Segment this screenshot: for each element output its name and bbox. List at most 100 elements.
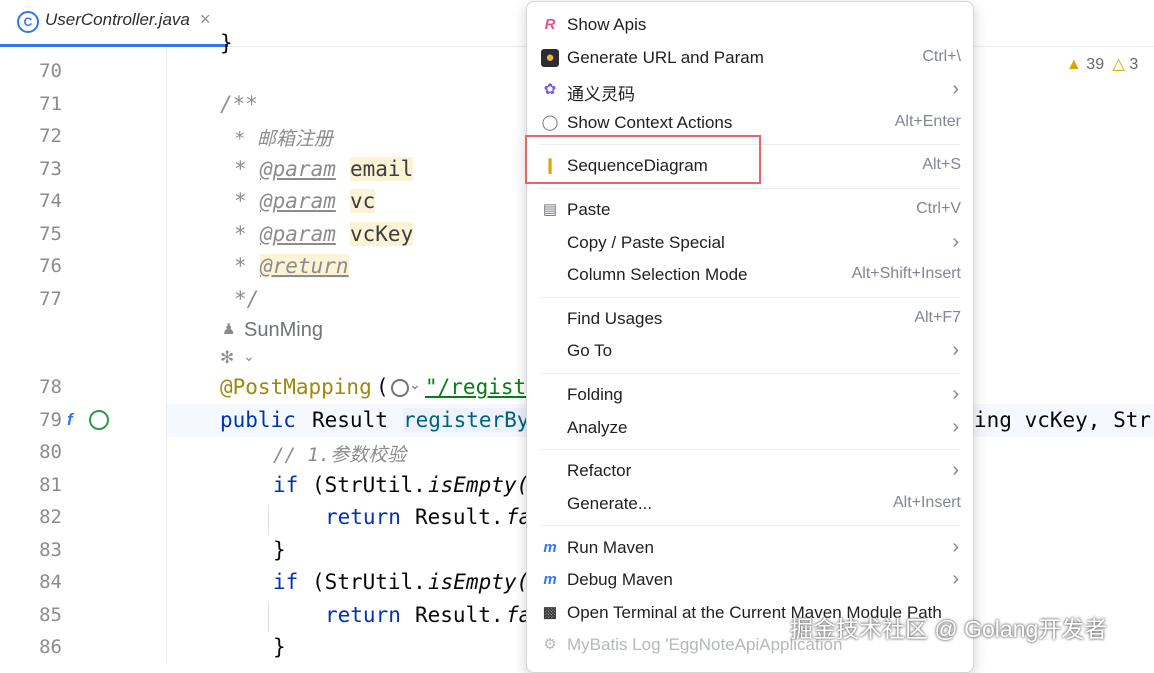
line-number: 80 [39, 441, 62, 463]
menu-item-shortcut: Alt+Insert [892, 494, 961, 511]
return-tag: @return [260, 254, 349, 278]
line-number: 74 [39, 190, 62, 212]
spring-bean-icon[interactable]: ✻ [220, 348, 234, 368]
menu-item-shortcut: Alt+F7 [914, 309, 961, 326]
menu-item-label: Analyze [567, 418, 628, 437]
paren: ( [376, 375, 389, 399]
tongyi-icon: ✿ [543, 81, 557, 98]
indent-guide [268, 505, 269, 535]
param-tag: @param [260, 189, 336, 213]
menu-item-folding[interactable]: Folding › [527, 380, 973, 410]
method-name: registerBy [403, 408, 530, 432]
lightbulb-icon: ◯ [541, 114, 559, 131]
mapping-path[interactable]: "/regist [425, 375, 526, 399]
post-mapping-annotation: @PostMapping [220, 375, 372, 399]
result-call: Result. [415, 603, 504, 627]
menu-item-label: Copy / Paste Special [567, 233, 725, 252]
line-number: 72 [39, 125, 62, 147]
menu-separator [540, 188, 960, 189]
menu-item-run-maven[interactable]: m Run Maven › [527, 533, 973, 563]
menu-item-copy-paste-special[interactable]: Copy / Paste Special › [527, 228, 973, 258]
menu-item-label: 通义灵码 [567, 85, 635, 104]
param-tag: @param [260, 157, 336, 181]
spring-web-icon[interactable]: f [67, 410, 73, 430]
menu-item-go-to[interactable]: Go To › [527, 336, 973, 366]
warning-count: 39 [1086, 56, 1105, 73]
is-empty-call: isEmpty( [428, 473, 530, 497]
code-brace: } [273, 538, 286, 562]
weak-warning-count: 3 [1129, 56, 1139, 73]
line-number: 73 [39, 158, 62, 180]
line-number: 76 [39, 255, 62, 277]
menu-item-label: Debug Maven [567, 570, 673, 589]
line-number: 77 [39, 288, 62, 310]
tab-user-controller[interactable]: C UserController.java × [0, 0, 228, 47]
editor-context-menu: R Show Apis ● Generate URL and Param Ctr… [526, 1, 974, 673]
menu-item-paste[interactable]: ▤ Paste Ctrl+V [527, 195, 973, 225]
globe-icon[interactable] [391, 379, 409, 397]
line-number: 79 [39, 409, 62, 431]
submenu-arrow-icon: › [952, 536, 959, 558]
indent-guide [268, 602, 269, 632]
annotation-highlight-box [525, 135, 761, 184]
submenu-arrow-icon: › [952, 416, 959, 438]
menu-item-show-apis[interactable]: R Show Apis [527, 10, 973, 40]
author-hint[interactable]: SunMing [244, 319, 323, 342]
endpoint-globe-icon[interactable] [89, 410, 109, 430]
menu-item-generate-url[interactable]: ● Generate URL and Param Ctrl+\ [527, 43, 973, 73]
submenu-arrow-icon: › [952, 459, 959, 481]
menu-separator [540, 297, 960, 298]
menu-item-analyze[interactable]: Analyze › [527, 413, 973, 443]
maven-debug-icon: m [543, 571, 557, 588]
menu-item-label: Paste [567, 200, 611, 219]
generate-url-icon: ● [541, 49, 559, 67]
inspection-widget[interactable]: ▲ 39 △ 3 [1066, 54, 1138, 74]
code-brace: } [220, 31, 233, 55]
close-icon[interactable]: × [200, 9, 211, 30]
javadoc-star: * [234, 157, 247, 181]
line-number: 83 [39, 539, 62, 561]
menu-item-label: Show Context Actions [567, 113, 733, 132]
menu-item-shortcut: Alt+Enter [894, 113, 961, 130]
menu-item-generate[interactable]: Generate... Alt+Insert [527, 489, 973, 519]
menu-item-label: Run Maven [567, 538, 654, 557]
java-class-icon: C [17, 11, 39, 33]
menu-item-label: Show Apis [567, 15, 647, 34]
menu-item-tongyi[interactable]: ✿ 通义灵码 › [527, 75, 973, 105]
mybatis-icon: ⚙ [543, 636, 557, 653]
terminal-icon: ▩ [542, 604, 558, 621]
menu-item-shortcut: Alt+Shift+Insert [851, 265, 961, 282]
menu-item-find-usages[interactable]: Find Usages Alt+F7 [527, 304, 973, 334]
submenu-arrow-icon: › [952, 231, 959, 253]
keyword-if: if [273, 570, 299, 594]
menu-item-context-actions[interactable]: ◯ Show Context Actions Alt+Enter [527, 108, 973, 138]
javadoc-star: * [234, 254, 247, 278]
menu-item-refactor[interactable]: Refactor › [527, 456, 973, 486]
menu-item-shortcut: Alt+S [922, 156, 961, 173]
user-icon: ♟ [222, 321, 236, 338]
menu-item-label: Folding [567, 385, 623, 404]
maven-run-icon: m [543, 539, 557, 556]
return-type: Result [312, 408, 388, 432]
param-name-vckey: vcKey [350, 222, 414, 246]
keyword-public: public [220, 408, 296, 432]
param-tag: @param [260, 222, 336, 246]
code-comment: // 1.参数校验 [273, 444, 407, 466]
param-name-vc: vc [350, 189, 376, 213]
javadoc-star: * [234, 222, 247, 246]
keyword-return: return [325, 603, 401, 627]
menu-item-column-selection[interactable]: Column Selection Mode Alt+Shift+Insert [527, 260, 973, 290]
watermark: 掘金技术社区 @ Golang开发者 [790, 616, 1108, 642]
line-number: 78 [39, 376, 62, 398]
chevron-down-icon[interactable]: ⌄ [243, 348, 255, 365]
method-params-tail: ing vcKey, Str [974, 408, 1152, 432]
menu-separator [540, 525, 960, 526]
menu-item-debug-maven[interactable]: m Debug Maven › [527, 565, 973, 595]
param-name-email: email [350, 157, 414, 181]
chevron-down-icon[interactable]: ⌄ [409, 376, 421, 393]
menu-item-label: Refactor [567, 461, 632, 480]
menu-item-label: Column Selection Mode [567, 265, 748, 284]
keyword-return: return [325, 505, 401, 529]
line-number: 70 [39, 60, 62, 82]
line-number: 86 [39, 636, 62, 658]
